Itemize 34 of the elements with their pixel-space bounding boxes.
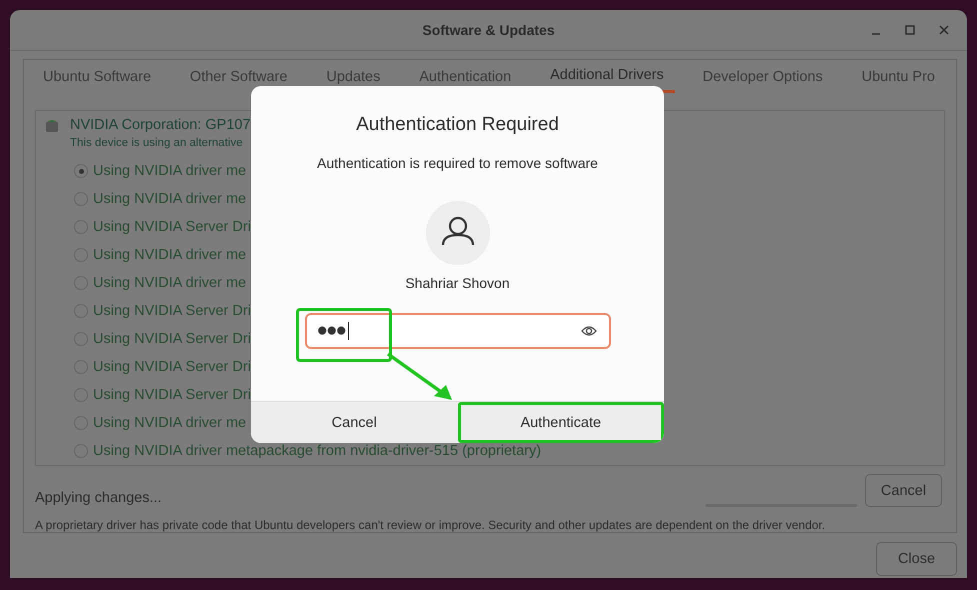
radio-button[interactable] [74, 164, 88, 178]
arrow [386, 352, 452, 400]
status-text: Applying changes... [35, 490, 162, 506]
device-name: NVIDIA Corporation: GP107 [70, 117, 251, 133]
tab[interactable]: Other Software [178, 60, 298, 93]
driver-option[interactable]: Using NVIDIA driver me [93, 275, 246, 291]
tab[interactable]: Ubuntu Software [32, 60, 162, 93]
note-text: A proprietary driver has private code that Ubuntu developers can't review or improve. Security and other updates are dependent on the driver vendor. [35, 518, 826, 532]
driver-option[interactable]: Using NVIDIA driver me [93, 191, 246, 207]
tab[interactable]: Ubuntu Pro [850, 60, 946, 93]
graphics-card-icon [44, 117, 60, 133]
driver-option[interactable]: Using NVIDIA Server Dri [93, 331, 251, 347]
close-icon[interactable] [939, 25, 949, 35]
user-name: Shahriar Shovon [405, 275, 510, 291]
cancel-button[interactable]: Cancel [865, 474, 942, 507]
window-title: Software & Updates [422, 22, 555, 38]
driver-option[interactable]: Using NVIDIA driver metapackage from nvidia-driver-515 (proprietary) [93, 443, 542, 459]
driver-option[interactable]: Using NVIDIA Server Dri [93, 303, 251, 319]
device-description: This device is using an alternative [70, 137, 244, 149]
dialog-title: Authentication Required [356, 114, 559, 136]
driver-option[interactable]: Using NVIDIA driver me [93, 163, 246, 179]
driver-option[interactable]: Using NVIDIA Server Dri [93, 387, 251, 403]
driver-option[interactable]: Using NVIDIA Server Dri [93, 219, 251, 235]
driver-option[interactable]: Using NVIDIA Server Dri [93, 359, 251, 375]
password-field[interactable]: ●●● [304, 313, 610, 349]
dialog-button[interactable]: Authenticate [458, 402, 664, 443]
eye-icon[interactable] [580, 325, 596, 337]
dialog-message: Authentication is required to remove software [317, 155, 598, 171]
user-avatar-icon [426, 201, 490, 265]
tab[interactable]: Developer Options [692, 60, 834, 93]
driver-option[interactable]: Using NVIDIA driver me [93, 415, 246, 431]
driver-option[interactable]: Using NVIDIA driver me [93, 247, 246, 263]
maximize-icon[interactable] [905, 25, 915, 35]
close-button[interactable]: Close [876, 542, 957, 576]
